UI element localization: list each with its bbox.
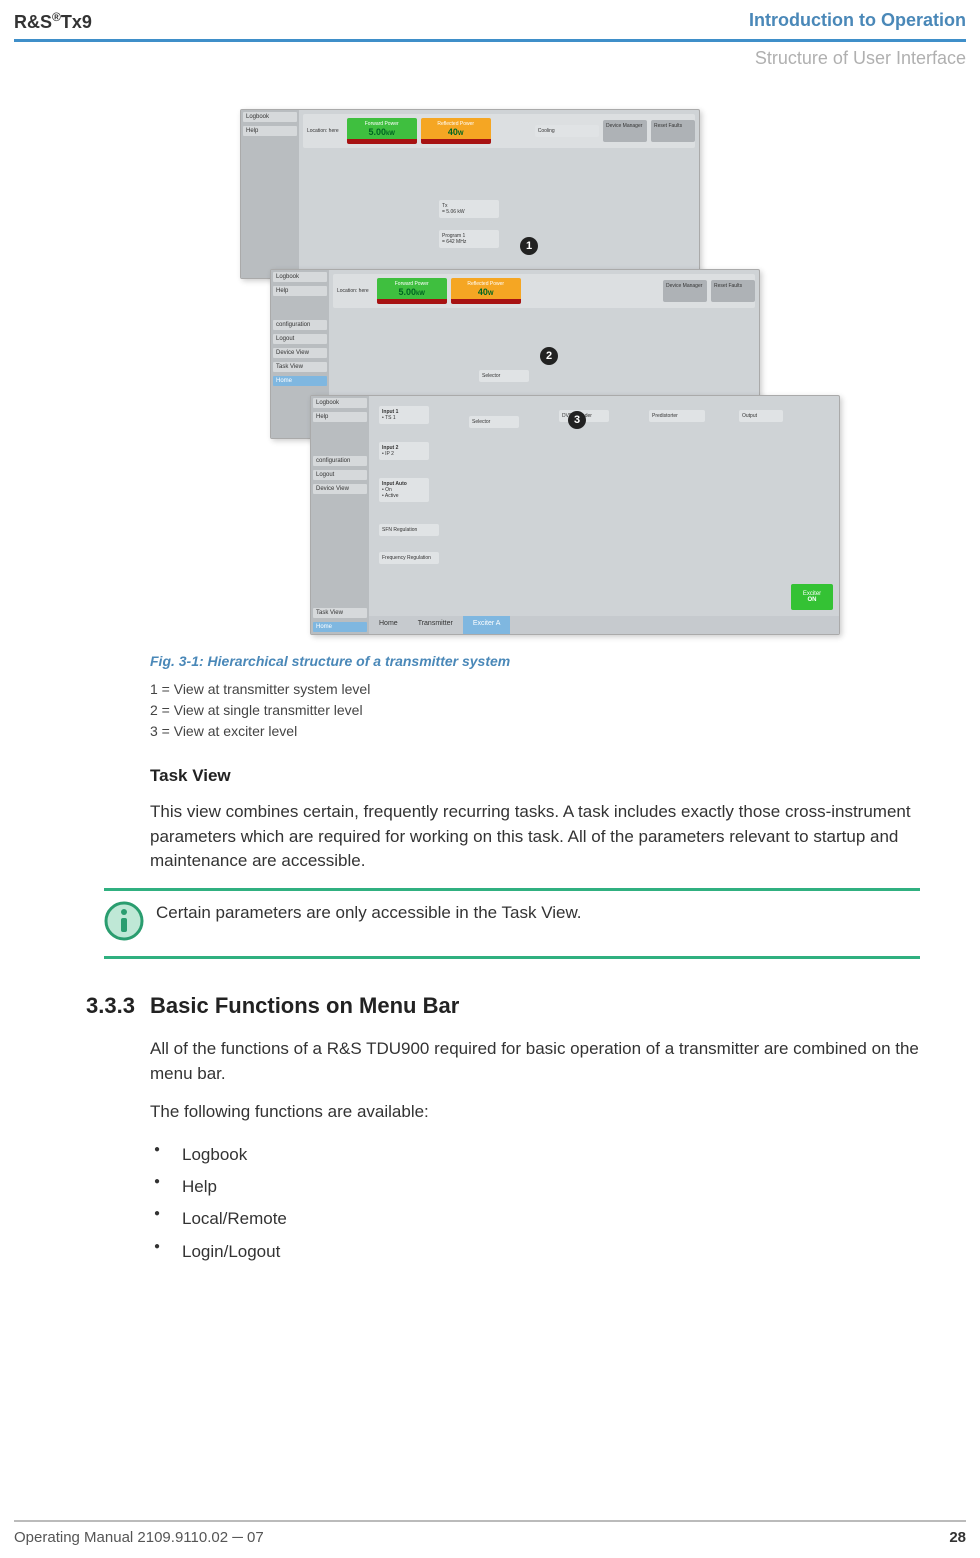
bottom-tx-3[interactable]: Transmitter [408,616,463,634]
footer-left: Operating Manual 2109.9110.02 ─ 07 [14,1529,264,1546]
ref-value: 40 [448,127,458,137]
bullet-list: Logbook Help Local/Remote Login/Logout [154,1139,920,1268]
section-para2: The following functions are available: [150,1100,920,1125]
product-suffix: Tx9 [61,12,92,32]
ref-unit: W [458,131,464,137]
product-prefix: R&S [14,12,52,32]
figure-legend: 1 = View at transmitter system level 2 =… [150,679,920,742]
chapter-title: Introduction to Operation [749,10,966,33]
input2-node: Input 2• IP 2 [379,442,429,460]
callout-3: 3 [568,411,586,429]
inputauto-node: Input Auto• On• Active [379,478,429,502]
forward-power-gauge: Forward Power 5.00kW [347,118,417,144]
list-item: Local/Remote [154,1203,920,1235]
topbar-1: Location: here Forward Power 5.00kW Refl… [303,114,695,148]
reflected-power-gauge: Reflected Power 40W [421,118,491,144]
reset-faults-button[interactable]: Reset Faults [651,120,695,142]
callout-1: 1 [520,237,538,255]
list-item: Login/Logout [154,1236,920,1268]
header-subhead: Structure of User Interface [0,42,980,69]
legend-row: 1 = View at transmitter system level [150,679,920,700]
bottom-ex-3[interactable]: Exciter A [463,616,511,634]
footer-rule [14,1520,966,1522]
sidebar-item-help-2[interactable]: Help [273,286,327,296]
page-number: 28 [949,1529,966,1546]
fwd-unit: kW [386,131,395,137]
note-bottom-rule [104,956,920,959]
cooling-box: Cooling [535,125,599,137]
info-note: Certain parameters are only accessible i… [104,888,920,959]
main-content: Logbook Help Location: here Forward Powe… [150,109,920,1268]
sidebar-item-logout-2[interactable]: Logout [273,334,327,344]
topbar-2: Location: here Forward Power 5.00kW Refl… [333,274,755,308]
reflected-power-gauge-2: Reflected Power 40W [451,278,521,304]
exciter-on-indicator: Exciter ON [791,584,833,610]
program-node: Program 1= 642 MHz [439,230,499,248]
input1-node: Input 1• TS 1 [379,406,429,424]
selector-node: Selector [479,370,529,382]
sidebar-item-config-2[interactable]: configuration [273,320,327,330]
sidebar-item-logout-3[interactable]: Logout [313,470,367,480]
sidebar-item-deviceview-2[interactable]: Device View [273,348,327,358]
sidebar-item-logbook-2[interactable]: Logbook [273,272,327,282]
figure-caption: Fig. 3-1: Hierarchical structure of a tr… [150,653,920,669]
reset-faults-button-2[interactable]: Reset Faults [711,280,755,302]
list-item: Help [154,1171,920,1203]
ui-pane-exciter: Logbook Help configuration Logout Device… [310,395,840,635]
tx-node: Tx= 5.06 kW [439,200,499,218]
output-node: Output [739,410,783,422]
forward-power-gauge-2: Forward Power 5.00kW [377,278,447,304]
fwd-value: 5.00 [368,127,386,137]
product-name: R&S®Tx9 [14,10,92,33]
sidebar-item-taskview-2[interactable]: Task View [273,362,327,372]
sidebar-item-home-2[interactable]: Home [273,376,327,386]
bottom-home-3[interactable]: Home [369,616,408,634]
location-label-2: Location: here [337,288,369,294]
product-reg: ® [52,10,61,24]
sfn-node: SFN Regulation [379,524,439,536]
sidebar-item-home-3[interactable]: Home [313,622,367,632]
section-title: Basic Functions on Menu Bar [150,993,459,1019]
predist-node: Predistorter [649,410,705,422]
sidebar-item-logbook[interactable]: Logbook [243,112,297,122]
section-number: 3.3.3 [86,993,132,1019]
sidebar-item-logbook-3[interactable]: Logbook [313,398,367,408]
page-footer: Operating Manual 2109.9110.02 ─ 07 28 [14,1529,966,1546]
device-manager-button[interactable]: Device Manager [603,120,647,142]
sidebar-1: Logbook Help [241,110,299,278]
ui-pane-system: Logbook Help Location: here Forward Powe… [240,109,700,279]
sidebar-item-taskview-3[interactable]: Task View [313,608,367,618]
freqreg-node: Frequency Regulation [379,552,439,564]
task-view-para: This view combines certain, frequently r… [150,800,920,874]
bottombar-3: Home Transmitter Exciter A [369,616,839,634]
note-text: Certain parameters are only accessible i… [156,901,582,926]
spacer: Cooling [495,125,599,137]
page-header: R&S®Tx9 Introduction to Operation [0,0,980,37]
device-manager-button-2[interactable]: Device Manager [663,280,707,302]
sidebar-item-help-3[interactable]: Help [313,412,367,422]
callout-2: 2 [540,347,558,365]
task-view-heading: Task View [150,766,920,786]
sidebar-item-help[interactable]: Help [243,126,297,136]
location-label: Location: here [307,128,339,134]
sidebar-item-deviceview-3[interactable]: Device View [313,484,367,494]
section-para1: All of the functions of a R&S TDU900 req… [150,1037,920,1086]
sidebar-item-config-3[interactable]: configuration [313,456,367,466]
list-item: Logbook [154,1139,920,1171]
legend-row: 3 = View at exciter level [150,721,920,742]
section-heading: 3.3.3 Basic Functions on Menu Bar [86,993,920,1019]
legend-row: 2 = View at single transmitter level [150,700,920,721]
selector-node-3: Selector [469,416,519,428]
sidebar-3: Logbook Help configuration Logout Device… [311,396,369,634]
info-icon [104,901,144,946]
figure-3-1: Logbook Help Location: here Forward Powe… [230,109,840,639]
